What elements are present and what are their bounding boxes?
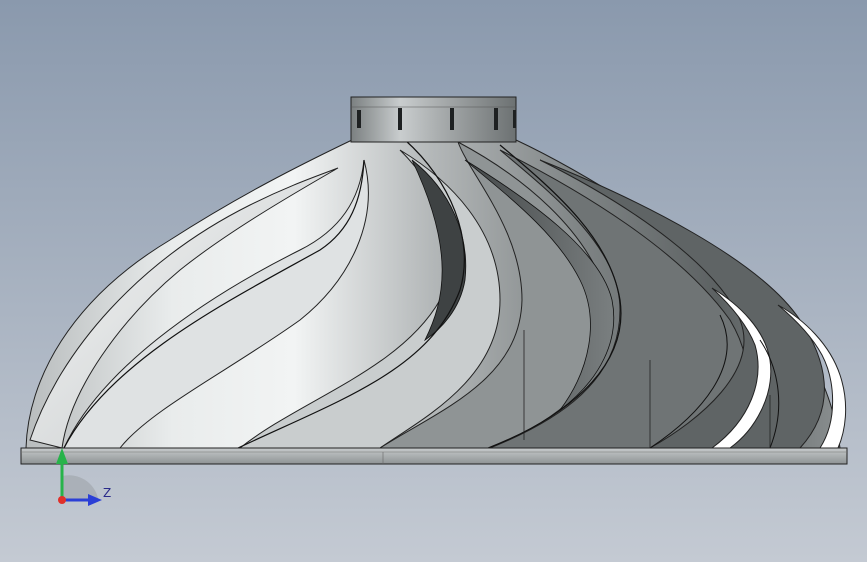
triad-axis-label-z: Z xyxy=(103,486,111,500)
impeller-base-plate[interactable] xyxy=(20,447,848,465)
graphics-viewport[interactable]: Z xyxy=(0,0,867,562)
hub-slot-4 xyxy=(494,108,498,130)
hub-slot-2 xyxy=(398,108,402,130)
hub-slot-5 xyxy=(513,110,516,128)
hub-slot-3 xyxy=(450,108,454,130)
impeller-hub[interactable] xyxy=(350,96,517,143)
x-axis-dot-icon xyxy=(58,496,66,504)
hub-slot-1 xyxy=(357,110,361,128)
